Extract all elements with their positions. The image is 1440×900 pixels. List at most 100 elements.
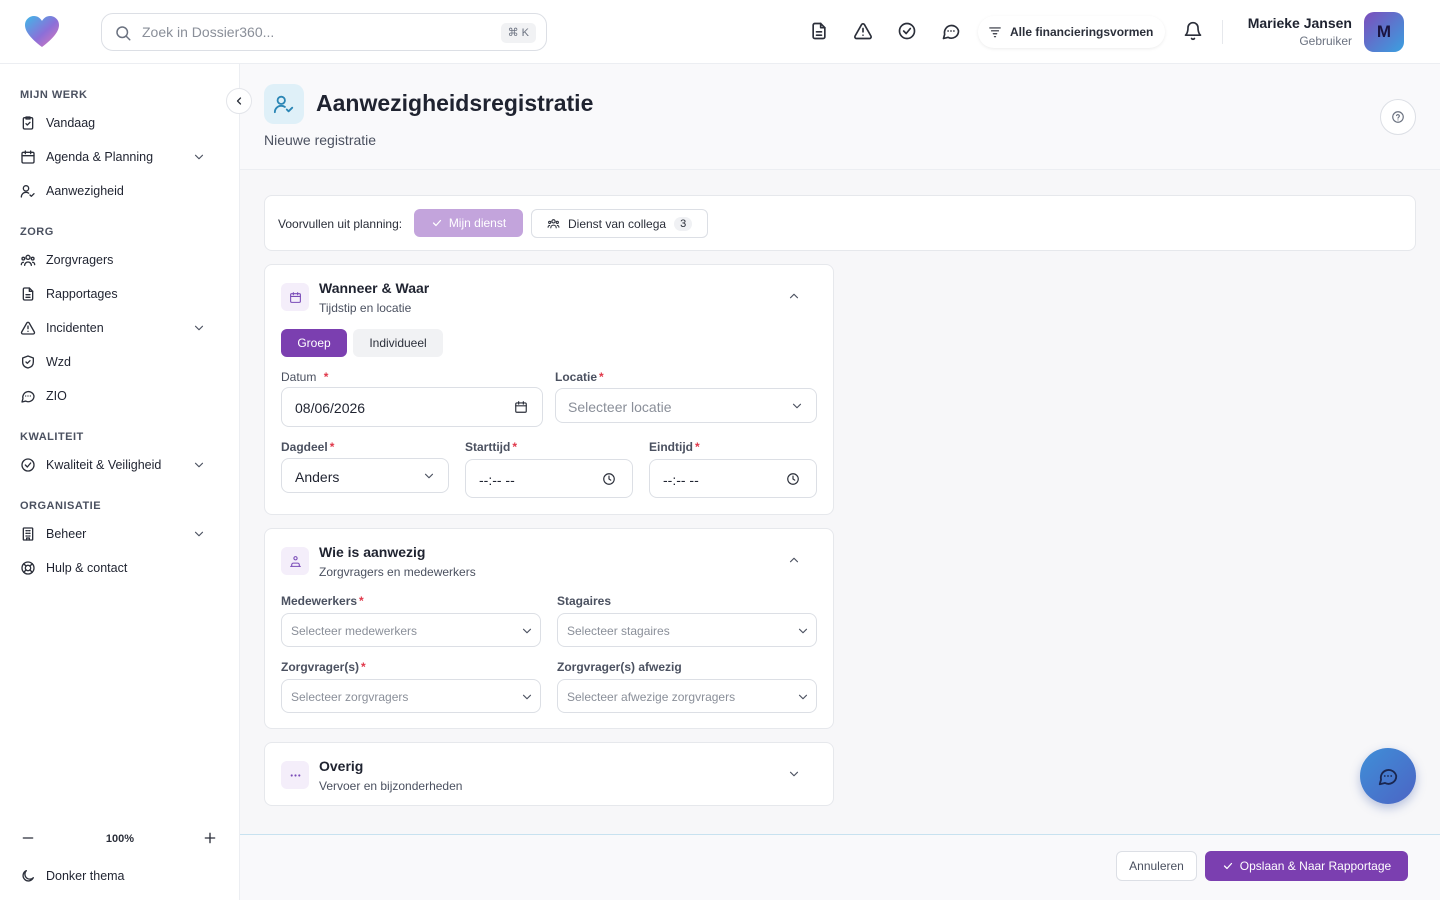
search-icon bbox=[114, 24, 132, 42]
tab-individueel[interactable]: Individueel bbox=[353, 329, 443, 357]
sidebar-item-beheer[interactable]: Beheer bbox=[8, 519, 232, 549]
chat-icon bbox=[20, 388, 36, 404]
sidebar-item-label: Hulp & contact bbox=[46, 561, 128, 575]
stagaires-placeholder: Selecteer stagaires bbox=[567, 624, 670, 638]
chat-assistant-button[interactable] bbox=[1360, 748, 1416, 804]
required-mark: * bbox=[512, 440, 518, 454]
users-icon bbox=[20, 252, 36, 268]
chevron-down-icon bbox=[422, 469, 436, 483]
dagdeel-select[interactable]: Anders bbox=[281, 458, 449, 493]
sidebar-item-agenda[interactable]: Agenda & Planning bbox=[8, 142, 232, 172]
mijn-dienst-button[interactable]: Mijn dienst bbox=[414, 209, 523, 237]
moon-icon bbox=[20, 868, 36, 884]
sidebar-item-label: Vandaag bbox=[46, 116, 96, 130]
dienst-collega-button[interactable]: Dienst van collega 3 bbox=[531, 209, 708, 238]
chevron-down-icon bbox=[520, 624, 534, 638]
medewerkers-select[interactable]: Selecteer medewerkers bbox=[281, 613, 541, 647]
search-input[interactable] bbox=[142, 23, 482, 41]
document-icon[interactable] bbox=[809, 21, 829, 41]
eindtijd-label: Eindtijd * bbox=[649, 440, 700, 454]
stagaires-select[interactable]: Selecteer stagaires bbox=[557, 613, 817, 647]
starttijd-field[interactable]: --:-- -- bbox=[465, 459, 633, 498]
user-check-icon bbox=[264, 84, 304, 124]
sidebar-item-zorgvragers[interactable]: Zorgvragers bbox=[8, 245, 232, 275]
zoom-control: 100% bbox=[20, 830, 220, 850]
dagdeel-label: Dagdeel * bbox=[281, 440, 335, 454]
heart-logo-icon[interactable] bbox=[24, 15, 60, 49]
bell-icon[interactable] bbox=[1183, 21, 1203, 41]
sidebar-item-rapportages[interactable]: Rapportages bbox=[8, 279, 232, 309]
more-dots-icon bbox=[281, 761, 309, 789]
locatie-placeholder: Selecteer locatie bbox=[568, 399, 672, 415]
financing-filter-label: Alle financieringsvormen bbox=[1010, 25, 1154, 39]
required-mark: * bbox=[323, 370, 329, 384]
avatar[interactable]: M bbox=[1364, 12, 1404, 52]
sidebar-collapse-button[interactable] bbox=[226, 88, 252, 114]
clock-icon[interactable] bbox=[602, 472, 616, 486]
section-label-kwaliteit: KWALITEIT bbox=[20, 431, 84, 443]
prefill-bar: Voorvullen uit planning: Mijn dienst Die… bbox=[264, 195, 1416, 251]
card-title: Overig bbox=[319, 758, 364, 774]
chevron-down-icon bbox=[520, 690, 534, 704]
sidebar-item-hulp[interactable]: Hulp & contact bbox=[8, 553, 232, 583]
calendar-icon bbox=[20, 149, 36, 165]
check-icon bbox=[432, 219, 441, 227]
sidebar-item-aanwezigheid[interactable]: Aanwezigheid bbox=[8, 176, 232, 206]
warning-icon bbox=[20, 320, 36, 336]
save-report-button[interactable]: Opslaan & Naar Rapportage bbox=[1205, 851, 1408, 881]
sidebar-item-label: Aanwezigheid bbox=[46, 184, 124, 198]
chevron-down-icon bbox=[192, 458, 208, 474]
clock-icon[interactable] bbox=[786, 472, 800, 486]
card-wanneer-waar: Wanneer & Waar Tijdstip en locatie Groep… bbox=[264, 264, 834, 515]
afwezig-select[interactable]: Selecteer afwezige zorgvragers bbox=[557, 679, 817, 713]
global-search[interactable]: ⌘ K bbox=[101, 13, 547, 51]
sidebar-item-wzd[interactable]: Wzd bbox=[8, 347, 232, 377]
user-name[interactable]: Marieke Jansen bbox=[1248, 15, 1352, 31]
chevron-up-icon[interactable] bbox=[787, 289, 801, 303]
clipboard-check-icon bbox=[20, 115, 36, 131]
locatie-select[interactable]: Selecteer locatie bbox=[555, 388, 817, 423]
eindtijd-field[interactable]: --:-- -- bbox=[649, 459, 817, 498]
cancel-button[interactable]: Annuleren bbox=[1116, 851, 1197, 881]
prefill-label: Voorvullen uit planning: bbox=[278, 217, 403, 231]
medewerkers-label: Medewerkers * bbox=[281, 594, 364, 608]
warning-icon[interactable] bbox=[853, 21, 873, 41]
required-mark: * bbox=[599, 370, 604, 384]
chevron-down-icon[interactable] bbox=[787, 767, 801, 781]
sidebar-item-label: Beheer bbox=[46, 527, 87, 541]
zoom-level: 100% bbox=[105, 833, 135, 845]
chevron-down-icon bbox=[192, 321, 208, 337]
card-subtitle: Vervoer en bijzonderheden bbox=[319, 779, 463, 793]
sidebar-item-incidenten[interactable]: Incidenten bbox=[8, 313, 232, 343]
chevron-up-icon[interactable] bbox=[787, 553, 801, 567]
zoom-in-icon[interactable] bbox=[202, 830, 220, 848]
check-circle-icon[interactable] bbox=[897, 21, 917, 41]
sidebar-item-zio[interactable]: ZIO bbox=[8, 381, 232, 411]
afwezig-label: Zorgvrager(s) afwezig bbox=[557, 660, 682, 674]
top-header: ⌘ K Alle financieringsvormen Marieke Jan… bbox=[0, 0, 1440, 64]
dagdeel-value: Anders bbox=[295, 469, 340, 485]
zorgvragers-placeholder: Selecteer zorgvragers bbox=[291, 690, 409, 704]
chevron-down-icon bbox=[796, 624, 810, 638]
sidebar-item-vandaag[interactable]: Vandaag bbox=[8, 108, 232, 138]
required-mark: * bbox=[695, 440, 700, 454]
dark-theme-toggle[interactable]: Donker thema bbox=[8, 861, 232, 891]
card-overig[interactable]: Overig Vervoer en bijzonderheden bbox=[264, 742, 834, 806]
sidebar-item-kwaliteit[interactable]: Kwaliteit & Veiligheid bbox=[8, 450, 232, 480]
eindtijd-value: --:-- -- bbox=[663, 472, 699, 488]
building-icon bbox=[20, 526, 36, 542]
page-title: Aanwezigheidsregistratie bbox=[316, 90, 594, 116]
zorgvragers-select[interactable]: Selecteer zorgvragers bbox=[281, 679, 541, 713]
financing-filter-button[interactable]: Alle financieringsvormen bbox=[978, 16, 1166, 48]
tab-groep[interactable]: Groep bbox=[281, 329, 347, 357]
filter-icon bbox=[988, 25, 1002, 39]
chat-icon[interactable] bbox=[941, 21, 961, 41]
page-subtitle: Nieuwe registratie bbox=[264, 132, 377, 148]
card-title: Wie is aanwezig bbox=[319, 544, 426, 560]
datum-field[interactable]: 08/06/2026 bbox=[281, 387, 543, 427]
help-button[interactable] bbox=[1380, 99, 1416, 135]
chevron-down-icon bbox=[796, 690, 810, 704]
calendar-icon[interactable] bbox=[514, 400, 528, 414]
section-label-mijn-werk: MIJN WERK bbox=[20, 89, 88, 101]
chevron-down-icon bbox=[192, 150, 208, 166]
